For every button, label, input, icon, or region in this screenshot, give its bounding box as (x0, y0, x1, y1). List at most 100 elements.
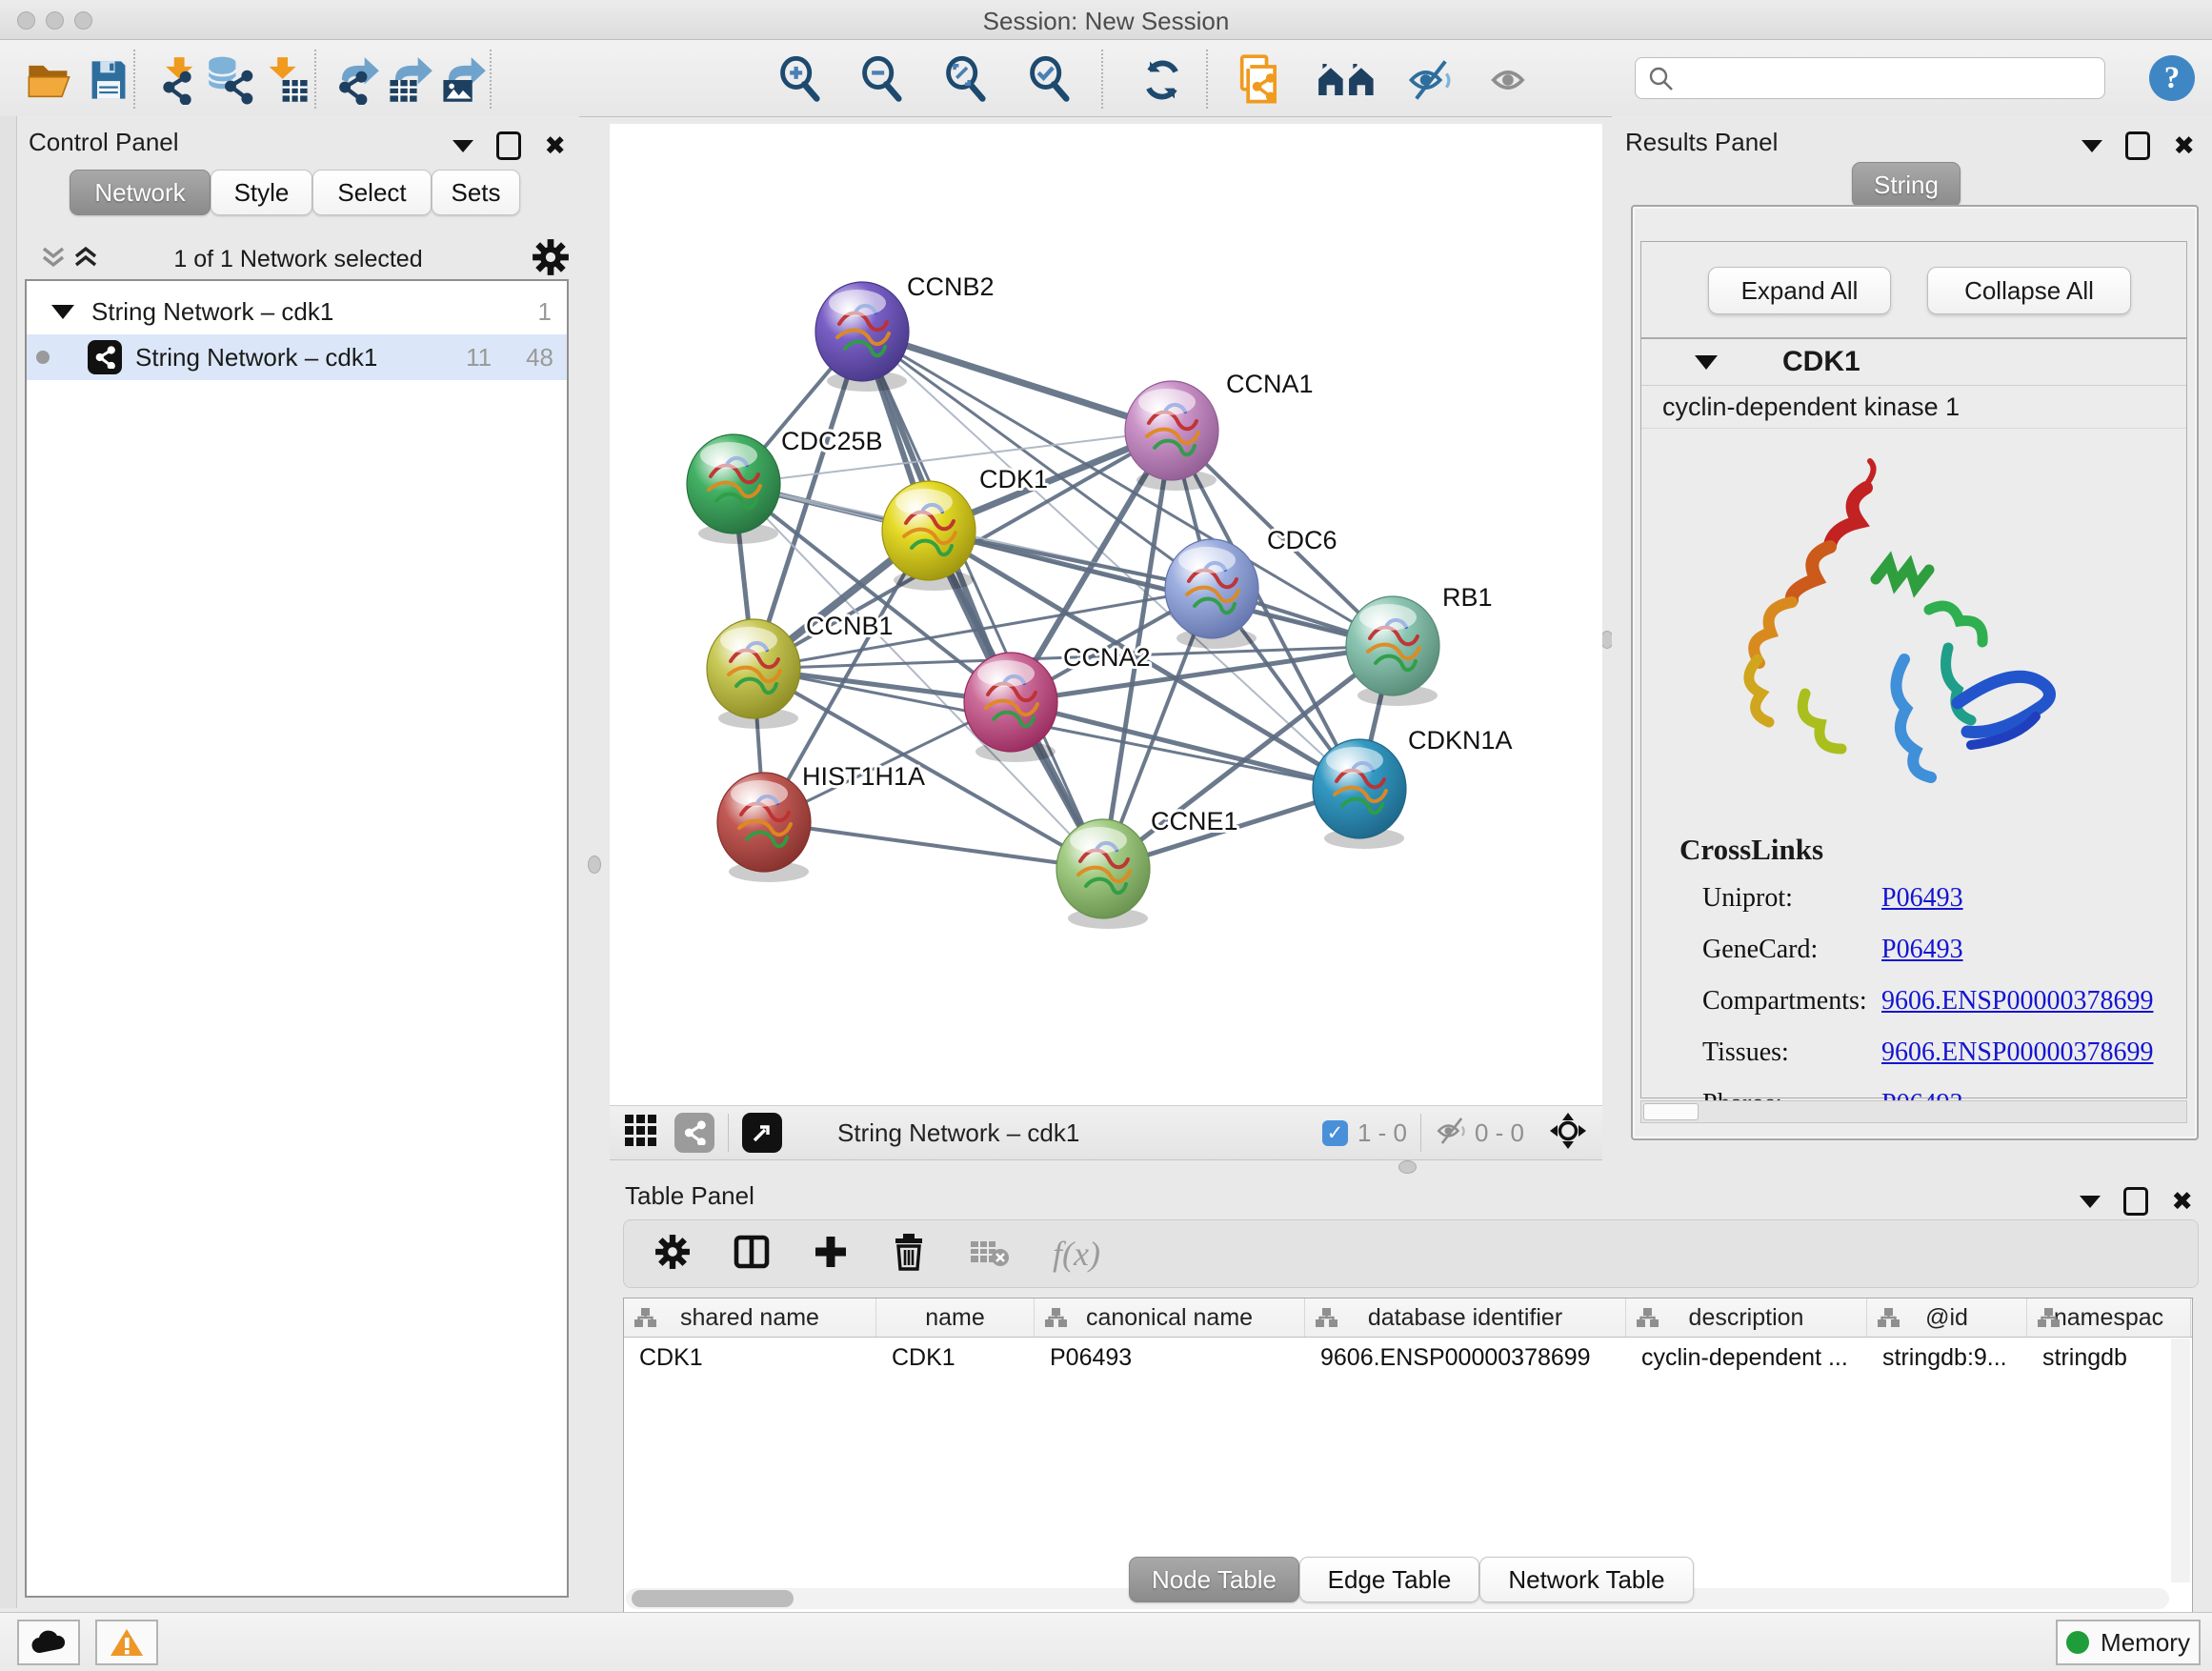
tab-string[interactable]: String (1852, 162, 1961, 208)
crosslink-label: Uniprot: (1702, 883, 1881, 914)
column-header-label: shared name (680, 1304, 819, 1332)
tab-select[interactable]: Select (312, 170, 432, 215)
crosslink-label: Compartments: (1702, 986, 1881, 1017)
selected-nodes-checkbox[interactable]: ✓ (1322, 1120, 1348, 1146)
export-image-button[interactable] (436, 53, 490, 107)
export-table-button[interactable] (383, 53, 436, 107)
network-options-gear-icon[interactable] (532, 238, 570, 281)
toolbar-separator (490, 50, 492, 109)
table-cell[interactable]: P06493 (1035, 1340, 1305, 1375)
open-session-button[interactable] (23, 53, 76, 107)
crosslink-value-link[interactable]: P06493 (1881, 883, 1963, 914)
maximize-panel-icon[interactable] (2123, 1187, 2148, 1216)
close-panel-icon[interactable]: ✖ (2173, 134, 2195, 157)
grid-view-icon[interactable] (623, 1113, 659, 1154)
network-view-canvas[interactable]: CCNB2CCNA1CDC25BCDK1CDC6RB1CCNB1CCNA2CDK… (610, 124, 1602, 1105)
delete-column-icon[interactable] (891, 1232, 927, 1277)
tab-network[interactable]: Network (70, 170, 211, 215)
show-columns-icon[interactable] (733, 1233, 771, 1276)
help-button[interactable]: ? (2145, 51, 2199, 105)
horizontal-splitter-handle[interactable] (1398, 1160, 1417, 1174)
crosslink-value-link[interactable]: 9606.ENSP00000378699 (1881, 1037, 2153, 1068)
maximize-panel-icon[interactable] (2125, 131, 2150, 160)
table-cell[interactable]: CDK1 (624, 1340, 876, 1375)
table-vscrollbar[interactable] (2171, 1339, 2190, 1582)
column-header-name[interactable]: name (876, 1299, 1035, 1337)
import-network-file-button[interactable] (151, 53, 204, 107)
toolbar-separator (1420, 1114, 1421, 1152)
table-cell[interactable]: cyclin-dependent ... (1626, 1340, 1867, 1375)
zoom-fit-button[interactable] (939, 53, 993, 107)
left-splitter-handle[interactable] (588, 856, 601, 874)
zoom-in-button[interactable] (774, 53, 827, 107)
column-header-canonical-name[interactable]: canonical name (1035, 1299, 1305, 1337)
collection-name: String Network – cdk1 (91, 297, 333, 327)
crosslinks-heading: CrossLinks (1679, 833, 1823, 867)
close-panel-icon[interactable]: ✖ (2171, 1190, 2193, 1213)
column-header--id[interactable]: @id (1867, 1299, 2027, 1337)
node-gloss (1178, 547, 1236, 574)
zoom-out-button[interactable] (855, 53, 909, 107)
crosslink-value-link[interactable]: 9606.ENSP00000378699 (1881, 986, 2153, 1017)
network-row[interactable]: String Network – cdk1 11 48 (27, 334, 567, 380)
cloud-status-button[interactable] (17, 1620, 80, 1665)
float-panel-icon[interactable] (2081, 140, 2102, 152)
add-column-icon[interactable] (813, 1234, 849, 1275)
crosslink-value-link[interactable]: P06493 (1881, 935, 1963, 965)
import-table-file-button[interactable] (261, 53, 314, 107)
protein-expand-icon[interactable] (1695, 355, 1718, 370)
svg-text:?: ? (2164, 61, 2181, 95)
search-box (1635, 57, 2105, 99)
results-hscrollbar[interactable] (1640, 1100, 2187, 1123)
import-network-database-button[interactable] (204, 53, 257, 107)
collapse-all-button[interactable]: Collapse All (1927, 267, 2131, 314)
hide-graphics-button[interactable] (1404, 53, 1458, 107)
maximize-panel-icon[interactable] (496, 131, 521, 160)
float-panel-icon[interactable] (2080, 1196, 2101, 1208)
network-view-icon[interactable] (674, 1113, 714, 1153)
table-cell[interactable]: CDK1 (876, 1340, 1035, 1375)
column-header-description[interactable]: description (1626, 1299, 1867, 1337)
birds-eye-toggle-icon[interactable] (1549, 1112, 1587, 1155)
show-networks-button[interactable] (1315, 53, 1381, 107)
warning-status-button[interactable] (95, 1620, 158, 1665)
save-session-button[interactable] (82, 53, 135, 107)
search-icon (1647, 65, 1676, 98)
detach-view-icon[interactable] (742, 1113, 782, 1153)
close-panel-icon[interactable]: ✖ (544, 134, 566, 157)
tab-sets[interactable]: Sets (432, 170, 520, 215)
status-bar: Memory (0, 1612, 2212, 1671)
column-header-namespac[interactable]: namespac (2027, 1299, 2191, 1337)
search-input[interactable] (1683, 61, 2097, 93)
float-panel-icon[interactable] (452, 140, 473, 152)
zoom-selected-icon (1025, 55, 1075, 105)
network-collection-row[interactable]: String Network – cdk1 1 (27, 289, 567, 334)
tab-edge-table[interactable]: Edge Table (1299, 1557, 1479, 1602)
column-header-database-identifier[interactable]: database identifier (1305, 1299, 1626, 1337)
table-cell[interactable]: 9606.ENSP00000378699 (1305, 1340, 1626, 1375)
table-cell[interactable]: stringdb (2027, 1340, 2191, 1375)
column-header-shared-name[interactable]: shared name (624, 1299, 876, 1337)
toolbar-separator (1101, 50, 1103, 109)
apply-layout-button[interactable] (1136, 53, 1189, 107)
table-cell[interactable]: stringdb:9... (1867, 1340, 2027, 1375)
tab-style[interactable]: Style (211, 170, 312, 215)
window-title: Session: New Session (0, 7, 2212, 36)
protein-description: cyclin-dependent kinase 1 (1662, 393, 1960, 422)
protein-card-header[interactable]: CDK1 (1641, 339, 2186, 386)
collection-expand-icon[interactable] (51, 305, 74, 319)
network-edge[interactable] (862, 332, 1172, 431)
duplicate-network-button[interactable] (1233, 53, 1286, 107)
expand-all-button[interactable]: Expand All (1708, 267, 1891, 314)
network-node-count: 11 (466, 343, 492, 372)
zoom-selected-button[interactable] (1023, 53, 1076, 107)
network-column-icon (1877, 1306, 1900, 1336)
export-network-button[interactable] (330, 53, 383, 107)
tab-network-table[interactable]: Network Table (1479, 1557, 1694, 1602)
tab-node-table[interactable]: Node Table (1129, 1557, 1299, 1602)
table-options-gear-icon[interactable] (654, 1234, 691, 1275)
memory-button[interactable]: Memory (2056, 1620, 2201, 1665)
node-label-cdc6: CDC6 (1267, 526, 1337, 554)
network-edge[interactable] (764, 822, 1103, 869)
show-graphics-button[interactable] (1482, 53, 1536, 107)
